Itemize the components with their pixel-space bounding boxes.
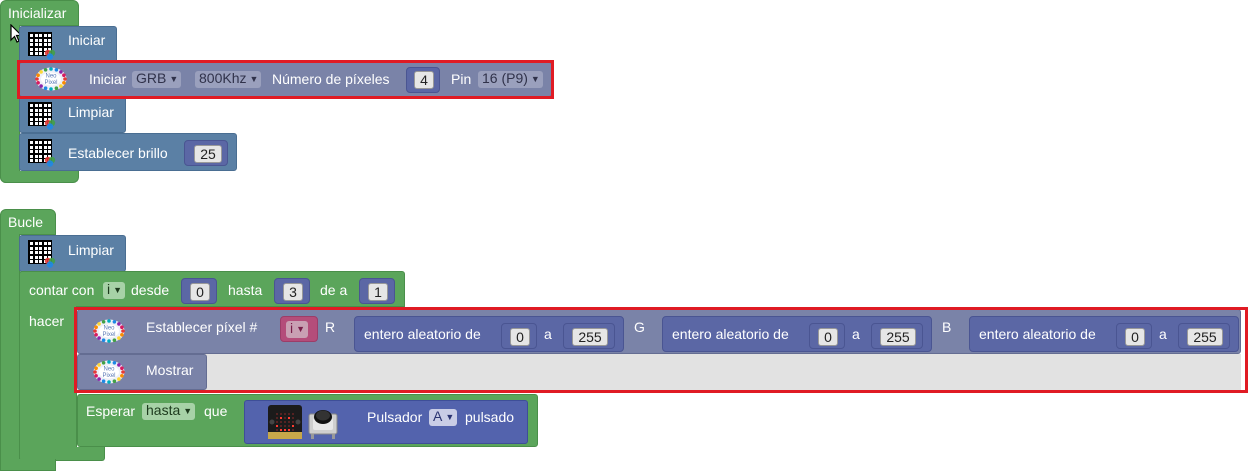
wait-mode-dropdown[interactable]: hasta ▼ <box>142 402 196 420</box>
do-label: hacer <box>29 313 65 329</box>
button-dropdown[interactable]: A ▼ <box>429 408 458 426</box>
chevron-down-icon: ▼ <box>445 412 455 422</box>
set-brightness-label: Establecer brillo <box>68 145 168 161</box>
wait-until-block[interactable]: Esperar hasta ▼ que Pulsador A ▼ pulsado <box>77 394 538 447</box>
set-brightness-block[interactable]: Establecer brillo 25 <box>19 133 237 171</box>
desde-label: desde <box>131 282 170 298</box>
que-label: que <box>204 403 228 419</box>
hasta-block[interactable]: 3 <box>274 278 310 304</box>
de-a-label: de a <box>320 282 348 298</box>
hasta-input[interactable]: 3 <box>283 283 303 301</box>
brightness-block[interactable]: 25 <box>184 140 228 166</box>
microbit-board-icon <box>267 404 303 440</box>
led-matrix-icon <box>28 32 56 60</box>
button-label: Pulsador <box>367 409 423 425</box>
init-hat-body <box>0 25 20 183</box>
display-init-label: Iniciar <box>68 32 106 48</box>
loop-hat-label: Bucle <box>8 214 44 230</box>
chevron-down-icon: ▼ <box>113 285 123 295</box>
hasta-label: hasta <box>228 282 263 298</box>
brightness-input[interactable]: 25 <box>194 145 222 163</box>
init-hat-label: Inicializar <box>8 5 67 21</box>
clear-display-label: Limpiar <box>68 104 114 120</box>
desde-block[interactable]: 0 <box>181 278 217 304</box>
highlight-set-pixel <box>74 307 1248 393</box>
wait-mode-value: hasta <box>146 402 181 418</box>
loop-hat-block[interactable]: Bucle <box>0 209 56 235</box>
loop-var-dropdown[interactable]: i ▼ <box>103 281 126 299</box>
display-init-block[interactable]: Iniciar <box>19 26 117 63</box>
for-loop-header[interactable]: contar con i ▼ desde 0 hasta 3 de a 1 <box>19 271 405 307</box>
desde-input[interactable]: 0 <box>190 283 210 301</box>
led-matrix-icon <box>28 102 56 130</box>
for-loop-label: contar con <box>29 282 95 298</box>
wait-label: Esperar <box>86 403 136 419</box>
loop-clear-display-block[interactable]: Limpiar <box>19 235 126 272</box>
init-hat-bottom <box>0 171 79 183</box>
loop-hat-footer <box>0 459 56 471</box>
led-matrix-icon <box>28 139 56 167</box>
clear-display-block[interactable]: Limpiar <box>19 96 126 133</box>
highlight-neopixel-init <box>17 60 554 99</box>
init-hat-block[interactable]: Inicializar <box>0 0 79 26</box>
loop-hat-body <box>0 234 20 470</box>
push-button-icon <box>307 404 339 440</box>
step-input[interactable]: 1 <box>368 283 388 301</box>
chevron-down-icon: ▼ <box>183 406 193 416</box>
button-value: A <box>433 408 443 424</box>
led-matrix-icon <box>28 240 56 268</box>
step-block[interactable]: 1 <box>359 278 395 304</box>
loop-clear-display-label: Limpiar <box>68 242 114 258</box>
button-pressed-block[interactable]: Pulsador A ▼ pulsado <box>244 400 528 444</box>
loop-var-value: i <box>107 281 111 297</box>
pressed-label: pulsado <box>465 409 515 425</box>
